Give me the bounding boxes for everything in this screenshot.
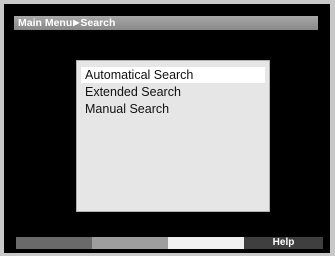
menu-item-automatical-search[interactable]: Automatical Search: [81, 67, 265, 83]
menu-item-extended-search[interactable]: Extended Search: [81, 84, 265, 100]
search-menu: Automatical Search Extended Search Manua…: [76, 60, 270, 212]
color-key-bar: Help: [16, 237, 323, 249]
tv-screen: Main Menu▶Search Automatical Search Exte…: [4, 4, 330, 253]
menu-item-manual-search[interactable]: Manual Search: [81, 101, 265, 117]
triangle-right-icon: ▶: [73, 18, 80, 27]
green-key[interactable]: [92, 237, 168, 249]
red-key[interactable]: [16, 237, 92, 249]
breadcrumb-root: Main Menu: [18, 17, 73, 29]
breadcrumb-current: Search: [80, 17, 116, 29]
breadcrumb: Main Menu▶Search: [14, 16, 318, 30]
yellow-key[interactable]: [168, 237, 244, 249]
help-key[interactable]: Help: [244, 237, 323, 249]
